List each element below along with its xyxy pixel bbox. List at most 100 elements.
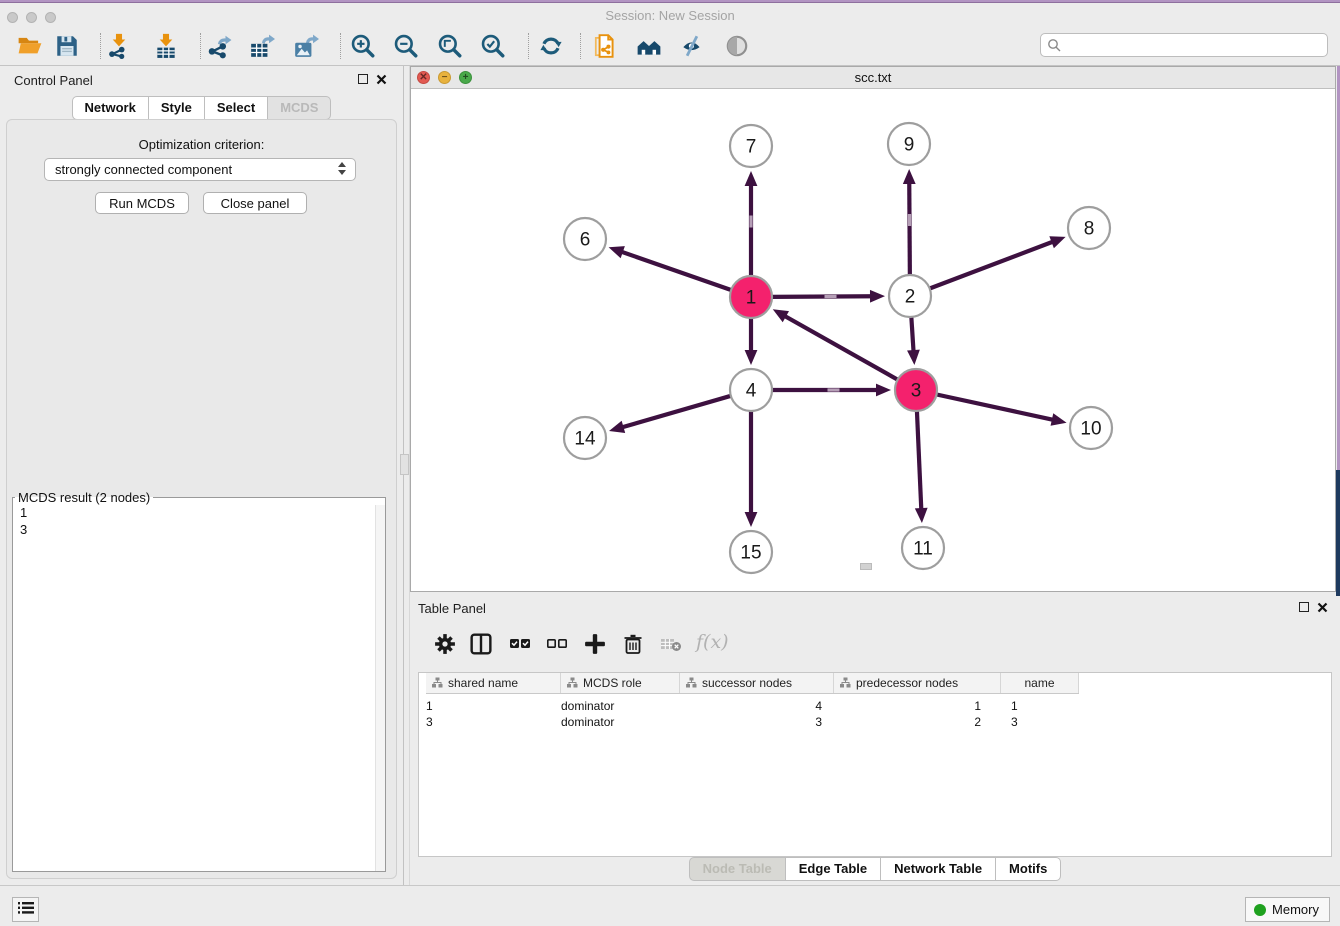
main-titlebar: Session: New Session <box>0 3 1340 28</box>
close-panel-icon[interactable] <box>376 74 387 85</box>
edge-label-tick <box>749 216 752 228</box>
delete-table-icon <box>660 633 682 655</box>
memory-button[interactable]: Memory <box>1245 897 1330 922</box>
deselect-all-rows-button[interactable] <box>544 632 570 658</box>
column-type-icon <box>432 677 443 688</box>
import-table-icon <box>153 33 179 59</box>
deselect-all-icon <box>546 633 568 655</box>
column-header-shared-name[interactable]: shared name <box>426 673 561 693</box>
edge-arrowhead <box>609 421 625 433</box>
float-table-panel-icon[interactable] <box>1299 602 1309 612</box>
hide-graphics-button[interactable] <box>679 32 707 60</box>
column-header-name[interactable]: name <box>1001 673 1079 693</box>
tab-mcds[interactable]: MCDS <box>268 96 331 120</box>
float-panel-icon[interactable] <box>358 74 368 84</box>
table-settings-button[interactable] <box>432 632 458 658</box>
home-button[interactable] <box>636 32 664 60</box>
zoom-in-button[interactable] <box>350 32 378 60</box>
panel-splitter[interactable] <box>403 66 410 885</box>
edge-arrowhead <box>745 350 758 365</box>
zoom-out-button[interactable] <box>393 32 421 60</box>
control-panel-tabs: NetworkStyleSelectMCDS <box>0 96 403 120</box>
canvas-resize-handle[interactable] <box>860 563 872 570</box>
mcds-result-list[interactable]: 13 <box>14 505 384 870</box>
refresh-button[interactable] <box>538 32 566 60</box>
edge-3-11[interactable] <box>917 410 921 511</box>
tab-network[interactable]: Network <box>72 96 149 120</box>
toolbar-separator <box>200 33 201 59</box>
trash-icon <box>622 633 644 655</box>
function-builder-button[interactable]: f(x) <box>696 631 729 653</box>
tab-network-table[interactable]: Network Table <box>881 857 996 881</box>
clone-network-button[interactable] <box>592 32 620 60</box>
optimization-select[interactable]: strongly connected component <box>44 158 356 181</box>
network-window: ✕ − + scc.txt 7968124314101511 <box>410 66 1336 592</box>
edge-2-3[interactable] <box>911 316 913 353</box>
network-graph[interactable]: 7968124314101511 <box>411 89 1335 591</box>
edge-2-9[interactable] <box>909 181 910 276</box>
export-network-button[interactable] <box>206 32 234 60</box>
column-header-predecessor-nodes[interactable]: predecessor nodes <box>834 673 1001 693</box>
zoom-selected-button[interactable] <box>480 32 508 60</box>
table-tabs: Node TableEdge TableNetwork TableMotifs <box>410 857 1340 881</box>
export-table-button[interactable] <box>249 32 277 60</box>
edge-1-6[interactable] <box>620 251 732 290</box>
export-image-icon <box>293 33 319 59</box>
main-toolbar <box>0 28 1340 66</box>
create-column-button[interactable] <box>582 632 608 658</box>
close-panel-button[interactable]: Close panel <box>203 192 307 214</box>
import-table-button[interactable] <box>153 32 181 60</box>
edge-arrowhead <box>745 171 758 186</box>
node-table: shared nameMCDS rolesuccessor nodesprede… <box>418 672 1332 857</box>
result-scrollbar[interactable] <box>375 505 385 871</box>
import-network-button[interactable] <box>106 32 134 60</box>
tab-node-table[interactable]: Node Table <box>689 857 786 881</box>
delete-column-button[interactable] <box>620 632 646 658</box>
optimization-criterion-label: Optimization criterion: <box>0 137 403 152</box>
table-panel-title: Table Panel <box>418 601 486 616</box>
edge-label-tick <box>908 214 911 226</box>
zoom-out-icon <box>393 33 419 59</box>
node-label-14: 14 <box>574 429 596 450</box>
tab-select[interactable]: Select <box>205 96 268 120</box>
delete-table-button[interactable] <box>658 632 684 658</box>
edge-2-8[interactable] <box>929 241 1055 289</box>
table-toolbar: f(x) <box>418 624 1332 668</box>
tab-motifs[interactable]: Motifs <box>996 857 1061 881</box>
splitter-grip[interactable] <box>400 454 409 475</box>
edge-arrowhead <box>609 246 625 258</box>
edge-3-10[interactable] <box>936 394 1055 420</box>
edge-label-tick <box>824 295 836 298</box>
save-session-button[interactable] <box>54 32 82 60</box>
level-of-detail-button[interactable] <box>724 32 752 60</box>
tab-edge-table[interactable]: Edge Table <box>786 857 881 881</box>
cell-predecessor-nodes: 2 <box>834 714 1001 730</box>
open-session-button[interactable] <box>17 32 45 60</box>
export-image-button[interactable] <box>293 32 321 60</box>
zoom-fit-button[interactable] <box>437 32 465 60</box>
control-panel: Control Panel NetworkStyleSelectMCDS Opt… <box>0 66 403 885</box>
application-window: Session: New Session <box>0 0 1340 926</box>
zoom-in-icon <box>350 33 376 59</box>
run-mcds-button[interactable]: Run MCDS <box>95 192 189 214</box>
edge-3-1[interactable] <box>783 315 898 380</box>
column-header-successor-nodes[interactable]: successor nodes <box>680 673 834 693</box>
task-history-button[interactable] <box>12 897 39 922</box>
edge-4-14[interactable] <box>621 396 732 428</box>
network-canvas[interactable]: 7968124314101511 <box>411 89 1335 591</box>
close-table-panel-icon[interactable] <box>1317 602 1328 613</box>
column-header-MCDS-role[interactable]: MCDS role <box>561 673 680 693</box>
search-input[interactable] <box>1065 35 1323 55</box>
node-label-7: 7 <box>746 137 757 158</box>
tab-style[interactable]: Style <box>149 96 205 120</box>
edge-1-2[interactable] <box>771 296 873 297</box>
toolbar-separator <box>580 33 581 59</box>
refresh-icon <box>538 33 564 59</box>
toolbar-separator <box>528 33 529 59</box>
cell-shared-name: 1 <box>426 698 561 714</box>
mcds-result-fieldset: MCDS result (2 nodes) 13 <box>12 490 386 872</box>
window-title: Session: New Session <box>0 8 1340 23</box>
columns-icon <box>470 633 492 655</box>
show-columns-button[interactable] <box>468 632 494 658</box>
select-all-rows-button[interactable] <box>507 632 533 658</box>
